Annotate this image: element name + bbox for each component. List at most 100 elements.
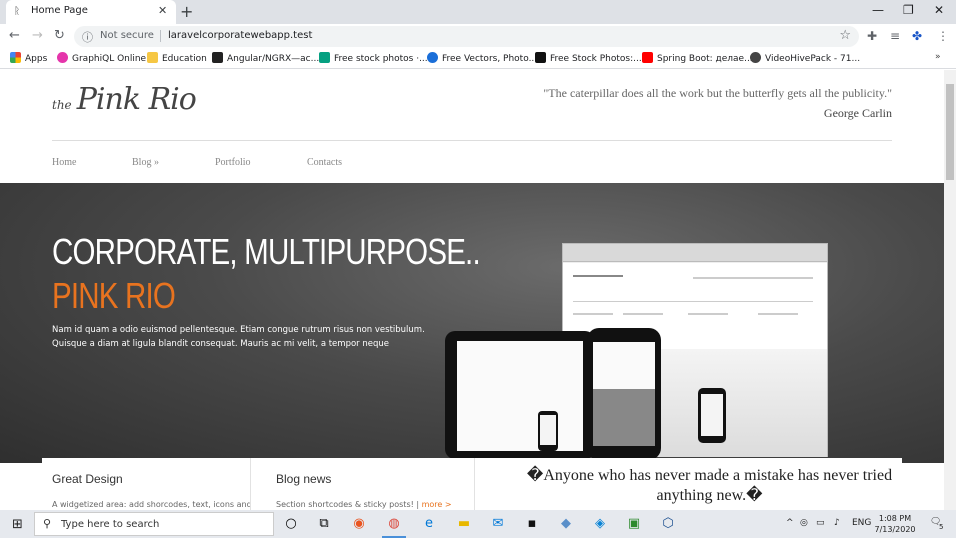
tab-title: Home Page (31, 5, 88, 16)
bookmarks-bar: Apps GraphiQL Online Education Angular/N… (0, 49, 956, 69)
bookmark-videohivepack[interactable]: VideoHivePack - 71... (750, 52, 860, 64)
bookmark-apps[interactable]: Apps (10, 52, 47, 64)
b-logo-icon (535, 52, 546, 63)
extensions-icon[interactable]: ✚ (867, 29, 877, 43)
chrome-icon[interactable]: ◍ (385, 515, 403, 533)
more-bookmarks-icon[interactable]: » (935, 52, 941, 62)
address-bar[interactable]: ⓘ Not secure laravelcorporatewebapp.test… (74, 26, 859, 47)
site-logo[interactable]: the Pink Rio (52, 82, 197, 117)
videohive-icon (750, 52, 761, 63)
graphql-icon (57, 52, 68, 63)
mail-icon[interactable]: ✉ (489, 515, 507, 533)
scrollbar-thumb[interactable] (946, 84, 954, 180)
media-queue-icon[interactable]: ≡ (890, 29, 900, 43)
header-divider (52, 140, 892, 141)
forward-icon[interactable]: → (32, 28, 43, 43)
bookmark-pexels[interactable]: Free stock photos ·... (319, 52, 428, 64)
virtualbox-icon[interactable]: ⬡ (659, 515, 677, 533)
box-great-design-title: Great Design (52, 472, 123, 486)
bookmark-graphiql[interactable]: GraphiQL Online (57, 52, 146, 64)
mockup-line (573, 275, 623, 277)
file-explorer-icon[interactable]: ▬ (455, 515, 473, 533)
app-icon[interactable]: ◈ (591, 515, 609, 533)
mockup-line (758, 313, 798, 315)
cortana-icon[interactable]: ○ (282, 515, 300, 533)
bookmark-label: GraphiQL Online (72, 54, 147, 64)
back-icon[interactable]: ← (9, 28, 20, 43)
tab-strip: ᚱ Home Page ✕ + — ❐ ✕ (0, 0, 956, 24)
tray-network-icon[interactable]: ▭ (816, 518, 825, 528)
profile-avatar-icon[interactable]: ✤ (912, 29, 922, 43)
mockup-line (573, 313, 613, 315)
mockup-line (623, 313, 663, 315)
phone-screen (540, 415, 556, 445)
terminal-icon[interactable]: ▪ (523, 515, 541, 533)
app-icon[interactable]: ◆ (557, 515, 575, 533)
box-blog-news-text: Section shortcodes & sticky posts! | mor… (276, 500, 452, 509)
new-tab-icon[interactable]: + (180, 2, 193, 21)
maximize-icon[interactable]: ❐ (903, 3, 914, 17)
bookmark-label: Free stock photos ·... (334, 54, 428, 64)
bookmark-education[interactable]: Education (147, 52, 207, 64)
info-icon[interactable]: ⓘ (82, 29, 93, 45)
bookmark-stock-photos[interactable]: Free Stock Photos:... (535, 52, 642, 64)
tablet-screen (457, 341, 583, 451)
hero-slider: CORPORATE, MULTIPURPOSE.. PINK RIO Nam i… (0, 183, 944, 463)
ubuntu-icon[interactable]: ◉ (350, 515, 368, 533)
reload-icon[interactable]: ↻ (54, 28, 65, 43)
windows-start-icon[interactable]: ⊞ (12, 517, 23, 532)
browser-toolbar: ← → ↻ ⓘ Not secure laravelcorporatewebap… (0, 24, 956, 49)
more-link[interactable]: more > (422, 500, 452, 509)
header-quote: "The caterpillar does all the work but t… (543, 86, 892, 100)
box-divider (250, 458, 251, 510)
windows-taskbar: ⊞ ⚲ Type here to search ○ ⧉ ◉ ◍ e ▬ ✉ ▪ … (0, 510, 956, 538)
apps-grid-icon (10, 52, 21, 63)
mockup-line (688, 313, 728, 315)
tablet-mockup-image (445, 331, 595, 459)
nav-portfolio[interactable]: Portfolio (215, 157, 251, 168)
bookmark-label: Free Vectors, Photo... (442, 54, 538, 64)
notification-count: 5 (939, 523, 944, 531)
language-indicator[interactable]: ENG (852, 518, 871, 528)
logo-name: Pink Rio (76, 82, 197, 117)
tray-overflow-icon[interactable]: ^ (786, 518, 794, 528)
app-icon[interactable]: ▣ (625, 515, 643, 533)
box-great-design-text: A widgetized area: add shorcodes, text, … (52, 500, 252, 509)
bookmark-label: Apps (25, 54, 48, 64)
bookmark-label: Angular/NGRX—ас... (227, 54, 320, 64)
site-favicon-icon: ᚱ (14, 6, 20, 17)
edge-icon[interactable]: e (420, 515, 438, 533)
youtube-icon (642, 52, 653, 63)
clock-time: 1:08 PM (878, 514, 912, 523)
tray-app-icon[interactable]: ◎ (800, 518, 808, 528)
hero-title: CORPORATE, MULTIPURPOSE.. (52, 231, 481, 272)
taskbar-search[interactable]: ⚲ Type here to search (34, 512, 274, 536)
tab-home-page[interactable]: ᚱ Home Page ✕ (6, 0, 176, 24)
bookmark-freepik[interactable]: Free Vectors, Photo... (427, 52, 537, 64)
phone-mockup-image (538, 411, 558, 451)
folder-icon (147, 52, 158, 63)
bookmark-label: Education (162, 54, 207, 64)
nav-blog[interactable]: Blog » (132, 157, 159, 168)
featured-quote: �Anyone who has never made a mistake has… (526, 467, 893, 504)
tray-volume-icon[interactable]: ♪ (834, 518, 840, 528)
search-icon: ⚲ (43, 517, 52, 530)
close-window-icon[interactable]: ✕ (934, 3, 944, 17)
hero-text: Nam id quam a odio euismod pellentesque.… (52, 325, 425, 349)
bookmark-star-icon[interactable]: ☆ (839, 28, 851, 43)
nav-contacts[interactable]: Contacts (307, 157, 342, 168)
task-view-icon[interactable]: ⧉ (315, 515, 333, 533)
clock[interactable]: 1:08 PM 7/13/2020 (870, 513, 920, 535)
security-label: Not secure (100, 30, 154, 41)
bookmark-label: VideoHivePack - 71... (765, 54, 861, 64)
nav-home[interactable]: Home (52, 157, 76, 168)
close-tab-icon[interactable]: ✕ (158, 4, 167, 17)
bookmark-angular[interactable]: Angular/NGRX—ас... (212, 52, 319, 64)
minimize-icon[interactable]: — (872, 3, 884, 17)
menu-kebab-icon[interactable]: ⋮ (937, 29, 949, 43)
url-text[interactable]: laravelcorporatewebapp.test (160, 30, 312, 41)
bookmark-spring-boot[interactable]: Spring Boot: делае... (642, 52, 753, 64)
bookmark-label: Free Stock Photos:... (550, 54, 642, 64)
pexels-icon (319, 52, 330, 63)
box-blog-news-body: Section shortcodes & sticky posts! | (276, 500, 420, 509)
